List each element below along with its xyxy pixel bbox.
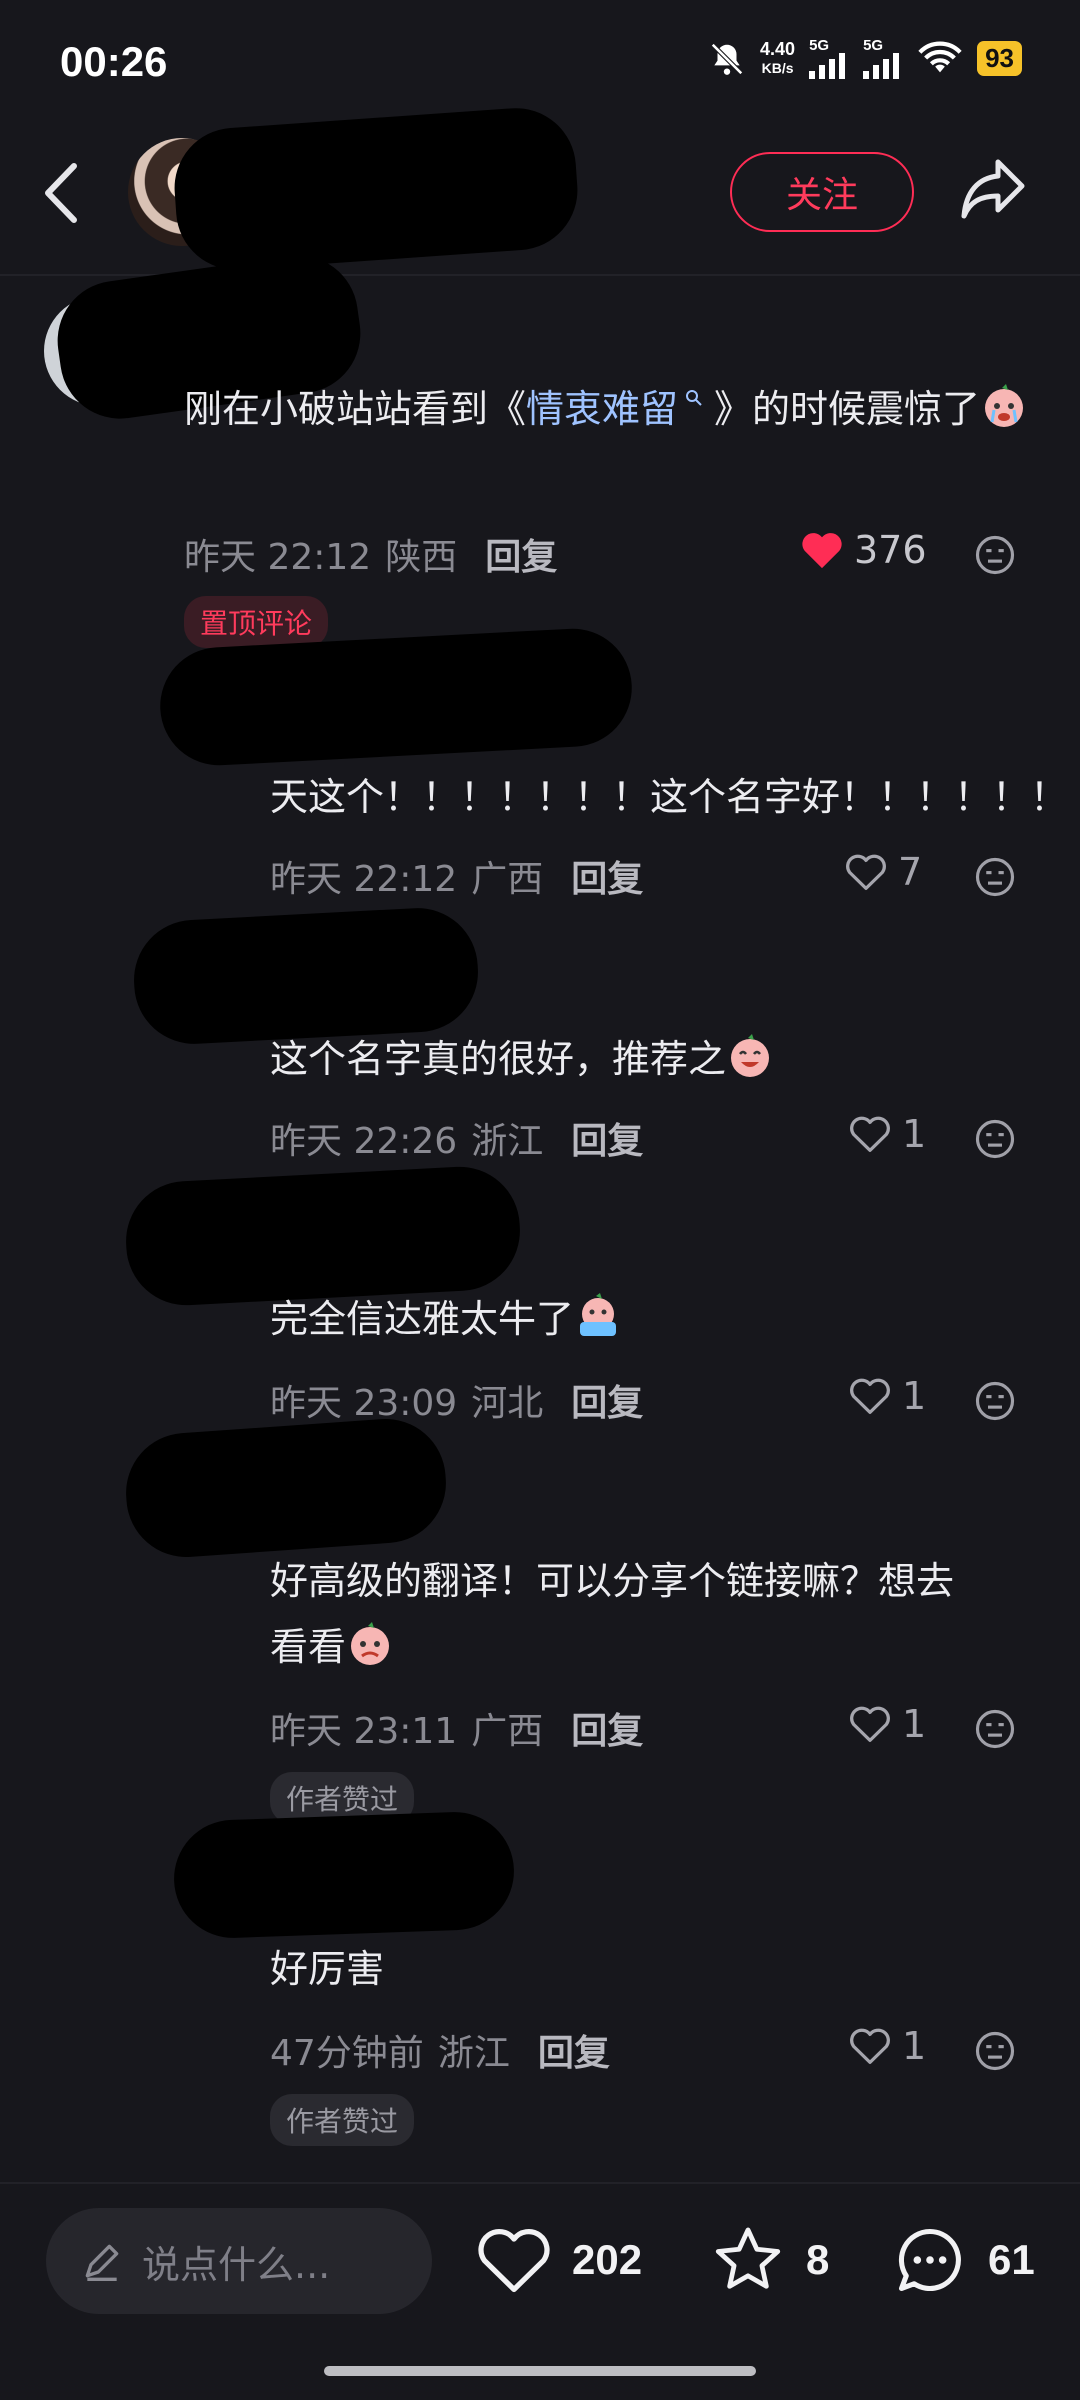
wifi-icon — [918, 41, 962, 72]
share-icon[interactable] — [958, 156, 1028, 222]
dislike-icon[interactable] — [974, 856, 1016, 898]
redacted-commenter-name — [122, 1414, 450, 1562]
comment-meta: 昨天 22:12 陕西 回复 — [184, 528, 557, 580]
sim2-signal: 5G — [863, 38, 903, 79]
dislike-icon[interactable] — [974, 2030, 1016, 2072]
comment-text: 完全信达雅太牛了 — [270, 1286, 1050, 1352]
comment-text: 这个名字真的很好，推荐之 — [270, 1026, 1050, 1092]
back-arrow-icon[interactable] — [40, 158, 84, 228]
comment-like-button[interactable]: 1 — [848, 1112, 926, 1156]
comment-meta: 昨天 22:26 浙江 回复 — [270, 1112, 643, 1164]
reply-button[interactable]: 回复 — [538, 2024, 610, 2076]
dislike-icon[interactable] — [974, 534, 1016, 576]
comment-meta: 昨天 23:11 广西 回复 — [270, 1702, 643, 1754]
sim1-signal: 5G — [809, 38, 849, 79]
like-post-button[interactable]: 202 — [474, 2224, 642, 2296]
status-time: 00:26 — [60, 38, 168, 85]
battery-indicator: 93 — [977, 41, 1022, 76]
redacted-commenter-name — [172, 1810, 516, 1940]
comment-icon — [898, 2228, 961, 2292]
author-liked-tag: 作者赞过 — [270, 2094, 415, 2146]
redacted-commenter-name — [157, 625, 635, 769]
heart-icon — [850, 2028, 890, 2064]
heart-icon — [478, 2228, 550, 2293]
status-icons: 4.40 KB/s 5G 5G 93 — [708, 38, 1022, 79]
home-indicator[interactable] — [324, 2366, 756, 2376]
reply-button[interactable]: 回复 — [485, 528, 557, 580]
search-icon — [686, 390, 702, 406]
bottom-divider — [0, 2182, 1080, 2184]
keyword-link[interactable]: 情衷难留 — [526, 387, 678, 431]
crying-emoji-icon — [985, 384, 1024, 427]
comment-input[interactable]: 说点什么... — [46, 2208, 432, 2314]
reply-button[interactable]: 回复 — [571, 850, 643, 902]
comment-like-button[interactable]: 7 — [844, 850, 922, 894]
input-placeholder: 说点什么... — [142, 2242, 331, 2287]
heart-icon — [802, 533, 842, 569]
laughing-emoji-icon — [731, 1034, 770, 1077]
dislike-icon[interactable] — [974, 1708, 1016, 1750]
comments-button[interactable]: 61 — [890, 2222, 1035, 2298]
net-speed: 4.40 KB/s — [760, 38, 796, 76]
heart-icon — [850, 1378, 890, 1414]
heart-icon — [850, 1116, 890, 1152]
reply-button[interactable]: 回复 — [571, 1112, 643, 1164]
star-icon — [715, 2227, 781, 2289]
redacted-author-name — [170, 104, 582, 274]
comment-like-button[interactable]: 1 — [848, 1374, 926, 1418]
dislike-icon[interactable] — [974, 1380, 1016, 1422]
pencil-icon — [85, 2244, 119, 2281]
favorite-post-button[interactable]: 8 — [708, 2222, 829, 2298]
reply-button[interactable]: 回复 — [571, 1702, 643, 1754]
pinned-tag: 置顶评论 — [184, 596, 329, 648]
comment-like-button[interactable]: 376 — [800, 528, 927, 572]
heart-icon — [850, 1706, 890, 1742]
comment-text: 好厉害 — [270, 1947, 385, 1991]
signal-icon — [863, 53, 900, 79]
comment-like-button[interactable]: 1 — [848, 2024, 926, 2068]
crying-bucket-emoji-icon — [580, 1293, 617, 1336]
comment-text: 天这个！！！！！！！这个名字好！！！！！！ — [270, 775, 1069, 819]
comment-text: 好高级的翻译！可以分享个链接嘛？想去 看看 — [270, 1559, 955, 1669]
follow-button[interactable]: 关注 — [730, 152, 914, 232]
dislike-icon[interactable] — [974, 1118, 1016, 1160]
mute-bell-icon — [711, 42, 743, 75]
comment-meta: 昨天 23:09 河北 回复 — [270, 1374, 643, 1426]
sad-emoji-icon — [351, 1622, 390, 1665]
comment-meta: 昨天 22:12 广西 回复 — [270, 850, 643, 902]
reply-button[interactable]: 回复 — [571, 1374, 643, 1426]
comment-meta: 47分钟前 浙江 回复 — [270, 2024, 610, 2076]
signal-icon — [809, 53, 846, 79]
heart-icon — [846, 854, 886, 890]
comment-text: 刚在小破站站看到《情衷难留 》的时候震惊了 — [184, 376, 1044, 442]
comment-like-button[interactable]: 1 — [848, 1702, 926, 1746]
